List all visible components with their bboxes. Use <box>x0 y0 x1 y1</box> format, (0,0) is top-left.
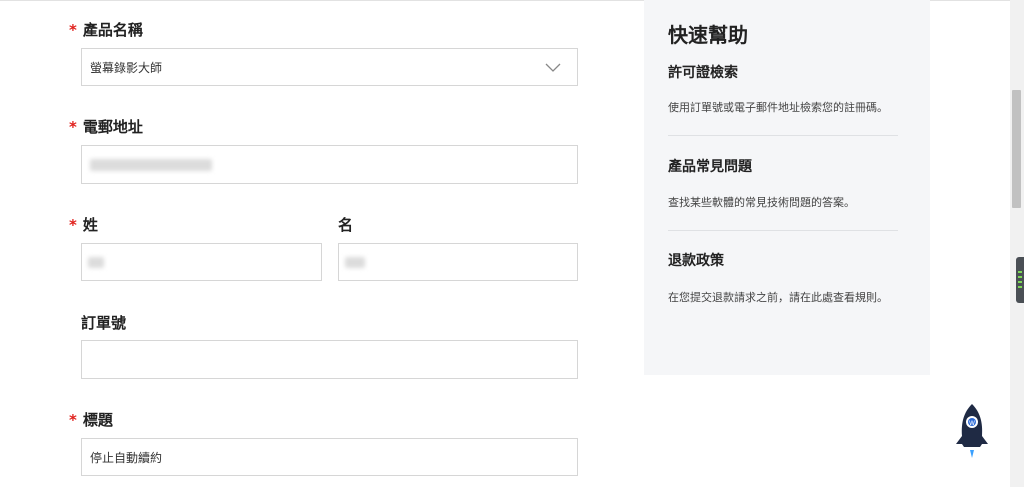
subject-field[interactable]: 停止自動續約 <box>81 438 578 476</box>
refund-policy-link[interactable]: 退款政策 <box>668 250 724 270</box>
product-label-text: 產品名稱 <box>82 21 143 39</box>
subject-label-text: 標題 <box>82 411 113 429</box>
scrollbar-thumb[interactable] <box>1012 90 1021 208</box>
order-number-field[interactable] <box>81 340 578 379</box>
side-feedback-tab[interactable] <box>1016 257 1024 303</box>
help-divider <box>668 135 898 136</box>
first-name-label: 名 <box>338 214 353 235</box>
email-label: * 電郵地址 <box>69 116 143 137</box>
required-mark: * <box>69 216 77 234</box>
last-name-field[interactable] <box>81 243 322 281</box>
last-name-label-text: 姓 <box>82 216 98 234</box>
product-label: * 產品名稱 <box>69 19 143 40</box>
svg-text:W: W <box>969 420 975 427</box>
product-faq-desc: 查找某些軟體的常見技術問題的答案。 <box>668 196 855 209</box>
email-label-text: 電郵地址 <box>82 118 143 136</box>
product-faq-link[interactable]: 產品常見問題 <box>668 156 752 176</box>
redacted-last-name <box>88 257 104 268</box>
order-number-label-text: 訂單號 <box>81 314 127 332</box>
chevron-down-icon <box>545 62 561 76</box>
rocket-icon[interactable]: W <box>950 402 994 460</box>
order-number-label: 訂單號 <box>81 312 126 333</box>
email-field[interactable] <box>81 145 578 184</box>
subject-label: * 標題 <box>69 409 113 430</box>
required-mark: * <box>69 118 77 136</box>
subject-field-value: 停止自動續約 <box>90 450 163 465</box>
first-name-label-text: 名 <box>338 216 354 234</box>
help-divider <box>668 230 898 231</box>
product-select-value: 螢幕錄影大師 <box>90 60 163 75</box>
license-retrieval-desc: 使用訂單號或電子郵件地址檢索您的註冊碼。 <box>668 101 888 114</box>
quick-help-title: 快速幫助 <box>668 23 748 47</box>
redacted-email <box>90 159 212 171</box>
redacted-first-name <box>345 257 365 268</box>
product-select[interactable]: 螢幕錄影大師 <box>81 48 578 86</box>
first-name-field[interactable] <box>338 243 578 281</box>
refund-policy-desc: 在您提交退款請求之前，請在此處查看規則。 <box>668 291 888 304</box>
required-mark: * <box>69 21 77 39</box>
quick-help-panel: 快速幫助 許可證檢索 使用訂單號或電子郵件地址檢索您的註冊碼。 產品常見問題 查… <box>644 0 930 375</box>
last-name-label: * 姓 <box>69 214 98 235</box>
required-mark: * <box>69 411 77 429</box>
license-retrieval-link[interactable]: 許可證檢索 <box>668 62 738 82</box>
page-scrollbar[interactable] <box>1010 0 1024 487</box>
